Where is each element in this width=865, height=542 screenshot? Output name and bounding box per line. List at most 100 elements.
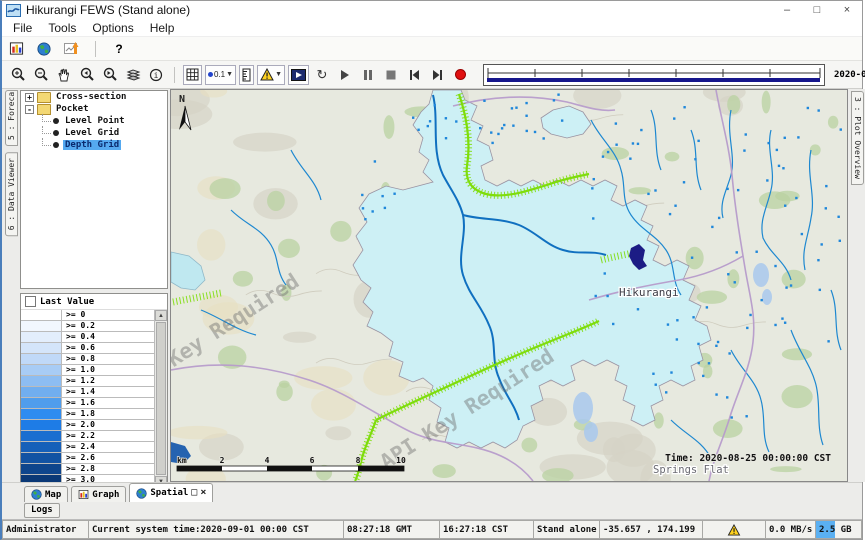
tree-connector: [42, 138, 51, 146]
legend-label: >= 0.2: [62, 321, 154, 331]
time-slider[interactable]: [483, 64, 825, 86]
tree-item-cross-section[interactable]: + Cross-section: [21, 91, 167, 103]
globe-icon: [31, 489, 42, 500]
bullet-icon: [53, 130, 59, 136]
svg-text:2: 2: [220, 456, 225, 465]
legend-panel: Last Value >= 0>= 0.2>= 0.4>= 0.6>= 0.8>…: [20, 293, 168, 488]
explorer-bars-icon[interactable]: [6, 39, 26, 59]
logs-button[interactable]: Logs: [24, 503, 60, 518]
threshold-value: 0.1: [214, 70, 225, 79]
tab-map[interactable]: Map: [24, 486, 68, 502]
zoom-out-icon[interactable]: [31, 65, 51, 85]
animation-player-button[interactable]: [288, 65, 309, 85]
status-download-rate: 0.0 MB/s: [765, 520, 815, 539]
skip-to-end-button[interactable]: [427, 65, 447, 85]
globe-icon[interactable]: [34, 39, 54, 59]
menu-bar: File Tools Options Help: [2, 19, 862, 37]
tab-close-icon[interactable]: ×: [200, 488, 206, 498]
record-button[interactable]: [450, 65, 470, 85]
legend-label: >= 2.0: [62, 420, 154, 430]
legend-row[interactable]: >= 2.8: [21, 464, 154, 475]
play-button[interactable]: [335, 65, 355, 85]
tab-spatial[interactable]: Spatial □ ×: [129, 483, 213, 502]
status-local-time: 16:27:18 CST: [439, 520, 533, 539]
menu-help[interactable]: Help: [143, 21, 182, 35]
warning-threshold-dropdown[interactable]: ▼: [257, 65, 285, 85]
map-viewport[interactable]: API Key Required API Key Required N Hiku…: [170, 89, 848, 482]
legend-swatch: [21, 354, 62, 364]
bar-chart-icon: [78, 489, 89, 500]
left-tab-strip: 5 : Forecast 6 : Data Viewer: [2, 89, 20, 482]
skip-to-start-button[interactable]: [404, 65, 424, 85]
status-bar: Administrator Current system time:2020-0…: [2, 519, 862, 539]
contour-threshold-dropdown[interactable]: 0.1▼: [205, 65, 236, 85]
zoom-in-icon[interactable]: [8, 65, 28, 85]
legend-label: >= 1.0: [62, 365, 154, 375]
legend-scrollbar[interactable]: ▲ ▼: [154, 310, 167, 487]
app-logo-icon: [6, 4, 21, 17]
layers-icon[interactable]: [123, 65, 143, 85]
legend-row[interactable]: >= 2.0: [21, 420, 154, 431]
legend-row[interactable]: >= 1.6: [21, 398, 154, 409]
scrollbar-thumb[interactable]: [156, 322, 166, 475]
tree-item-level-point[interactable]: Level Point: [42, 115, 167, 127]
status-warning-cell[interactable]: [702, 520, 765, 539]
minimize-button[interactable]: –: [772, 1, 802, 19]
place-label: Springs Flat: [653, 464, 729, 476]
pan-hand-icon[interactable]: [54, 65, 74, 85]
svg-text:8: 8: [356, 456, 361, 465]
zoom-previous-icon[interactable]: [77, 65, 97, 85]
info-icon[interactable]: i: [146, 65, 166, 85]
menu-file[interactable]: File: [6, 21, 39, 35]
expander-icon[interactable]: +: [25, 93, 34, 102]
ruler-scale-button[interactable]: [239, 65, 254, 85]
legend-row[interactable]: >= 0.6: [21, 343, 154, 354]
window-title: Hikurangi FEWS (Stand alone): [26, 3, 190, 17]
stop-button[interactable]: [381, 65, 401, 85]
tab-maximize-icon[interactable]: □: [191, 488, 197, 498]
legend-swatch: [21, 387, 62, 397]
legend-row[interactable]: >= 2.2: [21, 431, 154, 442]
legend-label: >= 0.4: [62, 332, 154, 342]
tab-label: Graph: [92, 490, 119, 500]
chevron-down-icon: ▼: [275, 71, 282, 78]
legend-label: >= 2.4: [62, 442, 154, 452]
scroll-up-icon[interactable]: ▲: [155, 310, 167, 321]
legend-row[interactable]: >= 2.4: [21, 442, 154, 453]
legend-row[interactable]: >= 1.2: [21, 376, 154, 387]
legend-row[interactable]: >= 0.2: [21, 321, 154, 332]
chevron-down-icon: ▼: [226, 71, 233, 78]
close-button[interactable]: ×: [832, 1, 862, 19]
help-button[interactable]: ?: [109, 39, 129, 59]
legend-row[interactable]: >= 0.8: [21, 354, 154, 365]
legend-swatch: [21, 431, 62, 441]
menu-tools[interactable]: Tools: [41, 21, 83, 35]
status-system-time: Current system time:2020-09-01 00:00 CST: [88, 520, 343, 539]
tree-connector: [42, 114, 51, 122]
toolbar-separator: [174, 67, 175, 83]
legend-row[interactable]: >= 2.6: [21, 453, 154, 464]
tree-item-level-grid[interactable]: Level Grid: [42, 127, 167, 139]
map-canvas[interactable]: API Key Required API Key Required N Hiku…: [171, 90, 847, 481]
tab-forecast[interactable]: 5 : Forecast: [5, 90, 18, 146]
warning-icon: [727, 524, 741, 536]
app-window: Hikurangi FEWS (Stand alone) – □ × File …: [0, 0, 863, 540]
tab-data-viewer[interactable]: 6 : Data Viewer: [5, 152, 18, 236]
tree-item-depth-grid[interactable]: Depth Grid: [42, 139, 167, 151]
last-value-checkbox[interactable]: [25, 296, 36, 307]
tab-plot-overview[interactable]: 3 : Plot Overview: [851, 91, 864, 185]
spatial-display-icon[interactable]: [62, 39, 82, 59]
legend-row[interactable]: >= 1.4: [21, 387, 154, 398]
menu-options[interactable]: Options: [85, 21, 140, 35]
legend-row[interactable]: >= 0: [21, 310, 154, 321]
legend-row[interactable]: >= 0.4: [21, 332, 154, 343]
grid-display-button[interactable]: [183, 65, 202, 85]
loop-rotate-icon[interactable]: ↻: [312, 65, 332, 85]
legend-row[interactable]: >= 1.8: [21, 409, 154, 420]
legend-row[interactable]: >= 1.0: [21, 365, 154, 376]
pause-button[interactable]: [358, 65, 378, 85]
tab-graph[interactable]: Graph: [71, 486, 126, 502]
expander-icon[interactable]: -: [25, 105, 34, 114]
maximize-button[interactable]: □: [802, 1, 832, 19]
zoom-next-icon[interactable]: [100, 65, 120, 85]
